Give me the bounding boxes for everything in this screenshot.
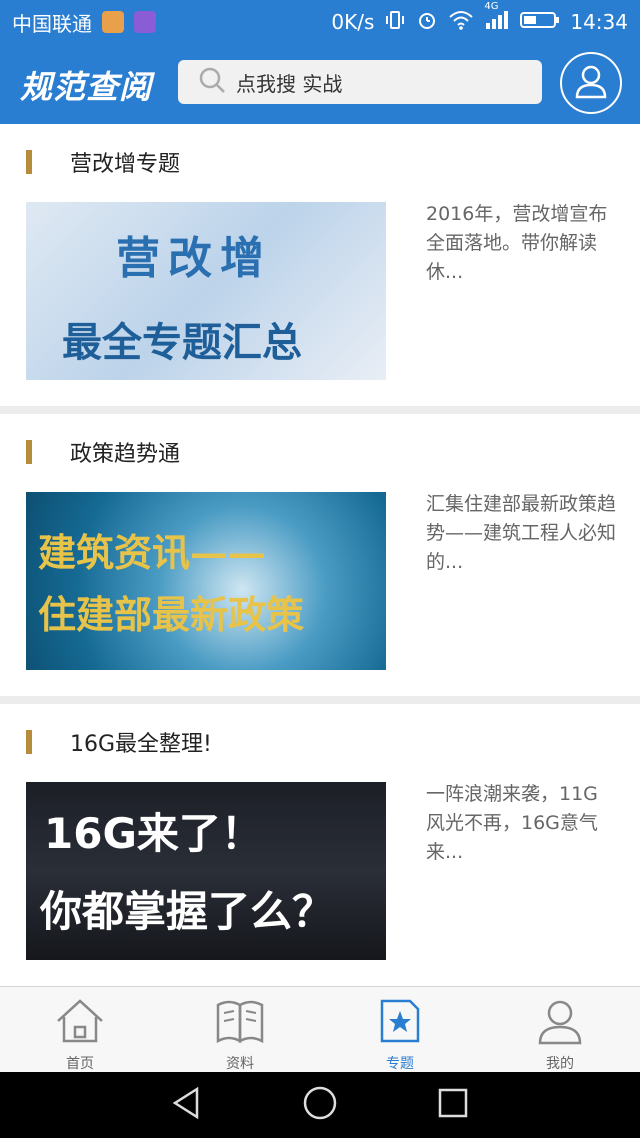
home-circle-icon[interactable] bbox=[302, 1085, 338, 1125]
thumb-line-1: 营改增 bbox=[116, 233, 272, 284]
thumb-line-1: 16G来了！ bbox=[44, 809, 263, 858]
thumb-line-2: 你都掌握了么？ bbox=[40, 887, 335, 936]
title-accent-bar bbox=[26, 440, 32, 464]
user-icon bbox=[534, 997, 586, 1049]
search-input[interactable]: 点我搜 实战 bbox=[178, 60, 542, 104]
tab-resources[interactable]: 资料 bbox=[160, 987, 320, 1072]
status-bar: 中国联通 0K/s 4G 14:34 bbox=[0, 0, 640, 44]
clock-time: 14:34 bbox=[570, 10, 628, 34]
thumb-line-2: 住建部最新政策 bbox=[38, 592, 305, 637]
topic-thumbnail[interactable]: 营改增 最全专题汇总 bbox=[26, 202, 386, 380]
tab-mine[interactable]: 我的 bbox=[480, 987, 640, 1072]
star-doc-icon bbox=[374, 997, 426, 1049]
tab-topics[interactable]: 专题 bbox=[320, 987, 480, 1072]
book-icon bbox=[214, 997, 266, 1049]
carrier-name: 中国联通 bbox=[12, 11, 92, 36]
title-accent-bar bbox=[26, 730, 32, 754]
wifi-icon bbox=[448, 9, 474, 36]
thumb-line-1: 建筑资讯—— bbox=[38, 530, 267, 575]
user-icon bbox=[573, 63, 609, 103]
topic-list: 营改增专题 营改增 最全专题汇总 2016年，营改增宣布全面落地。带你解读休..… bbox=[0, 124, 640, 994]
tab-label: 首页 bbox=[66, 1056, 94, 1072]
search-icon bbox=[198, 66, 226, 98]
topic-thumbnail[interactable]: 16G来了！ 你都掌握了么？ bbox=[26, 782, 386, 960]
alarm-icon bbox=[416, 9, 438, 36]
topic-card[interactable]: 16G最全整理! 16G来了！ 你都掌握了么？ 一阵浪潮来袭，11G风光不再，1… bbox=[0, 704, 640, 986]
search-placeholder: 点我搜 实战 bbox=[236, 71, 343, 96]
thumb-line-2: 最全专题汇总 bbox=[62, 320, 302, 366]
tab-label: 资料 bbox=[226, 1056, 254, 1072]
battery-icon bbox=[520, 9, 560, 36]
tab-home[interactable]: 首页 bbox=[0, 987, 160, 1072]
topic-thumbnail[interactable]: 建筑资讯—— 住建部最新政策 bbox=[26, 492, 386, 670]
vibrate-icon bbox=[384, 9, 406, 36]
topic-description: 汇集住建部最新政策趋势——建筑工程人必知的... bbox=[426, 493, 617, 573]
topic-card[interactable]: 政策趋势通 建筑资讯—— 住建部最新政策 汇集住建部最新政策趋势——建筑工程人必… bbox=[0, 414, 640, 696]
gallery-notification-icon bbox=[134, 11, 156, 33]
system-nav-bar bbox=[0, 1072, 640, 1138]
app-logo: 规范查阅 bbox=[20, 68, 153, 106]
tab-label: 我的 bbox=[546, 1056, 574, 1072]
signal-icon: 4G bbox=[484, 1, 510, 36]
app-header: 规范查阅 点我搜 实战 bbox=[0, 44, 640, 124]
topic-card[interactable]: 营改增专题 营改增 最全专题汇总 2016年，营改增宣布全面落地。带你解读休..… bbox=[0, 124, 640, 406]
topic-title: 16G最全整理! bbox=[70, 732, 212, 757]
home-icon bbox=[54, 997, 106, 1049]
topic-title: 营改增专题 bbox=[70, 152, 181, 177]
recents-icon[interactable] bbox=[435, 1085, 471, 1125]
title-accent-bar bbox=[26, 150, 32, 174]
bottom-tab-bar: 首页 资料 专题 我的 bbox=[0, 986, 640, 1072]
network-speed: 0K/s bbox=[331, 10, 375, 34]
app-notification-icon bbox=[102, 11, 124, 33]
topic-title: 政策趋势通 bbox=[70, 442, 181, 467]
topic-description: 2016年，营改增宣布全面落地。带你解读休... bbox=[426, 203, 608, 283]
profile-button[interactable] bbox=[560, 52, 622, 114]
tab-label: 专题 bbox=[386, 1056, 414, 1072]
back-icon[interactable] bbox=[169, 1085, 205, 1125]
topic-description: 一阵浪潮来袭，11G风光不再，16G意气来... bbox=[426, 783, 598, 863]
